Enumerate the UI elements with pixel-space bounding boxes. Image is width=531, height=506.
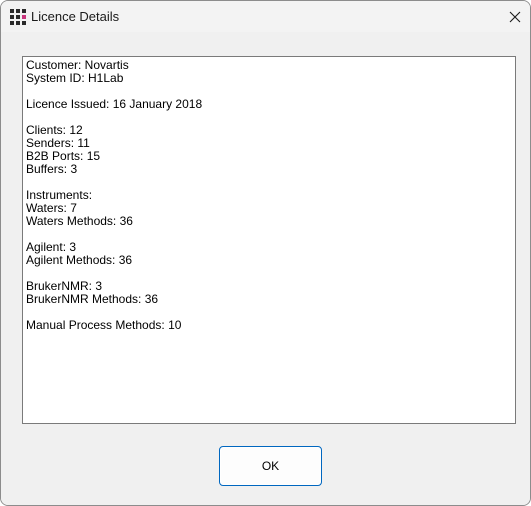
close-button[interactable] xyxy=(500,1,530,32)
detail-line-b2b-ports: B2B Ports: 15 xyxy=(26,149,101,163)
dialog-body: Customer: Novartis System ID: H1Lab Lice… xyxy=(1,32,530,505)
detail-line-licence-issued: Licence Issued: 16 January 2018 xyxy=(26,97,203,111)
title-bar[interactable]: Licence Details xyxy=(1,1,530,32)
detail-line-clients: Clients: 12 xyxy=(26,123,83,137)
window-title: Licence Details xyxy=(31,9,120,24)
licence-details-textbox[interactable]: Customer: Novartis System ID: H1Lab Lice… xyxy=(22,56,516,424)
close-icon xyxy=(509,11,521,22)
detail-line-manual-process-methods: Manual Process Methods: 10 xyxy=(26,318,182,332)
detail-line-agilent-methods: Agilent Methods: 36 xyxy=(26,253,133,267)
ok-button[interactable]: OK xyxy=(219,446,322,486)
detail-line-system-id: System ID: H1Lab xyxy=(26,71,124,85)
grid-app-icon xyxy=(10,9,26,25)
detail-line-instruments: Instruments: xyxy=(26,188,93,202)
licence-details-window: Licence Details Customer: Novartis Syste… xyxy=(0,0,531,506)
detail-line-buffers: Buffers: 3 xyxy=(26,162,78,176)
detail-line-brukernmr-methods: BrukerNMR Methods: 36 xyxy=(26,292,159,306)
detail-line-waters-methods: Waters Methods: 36 xyxy=(26,214,133,228)
